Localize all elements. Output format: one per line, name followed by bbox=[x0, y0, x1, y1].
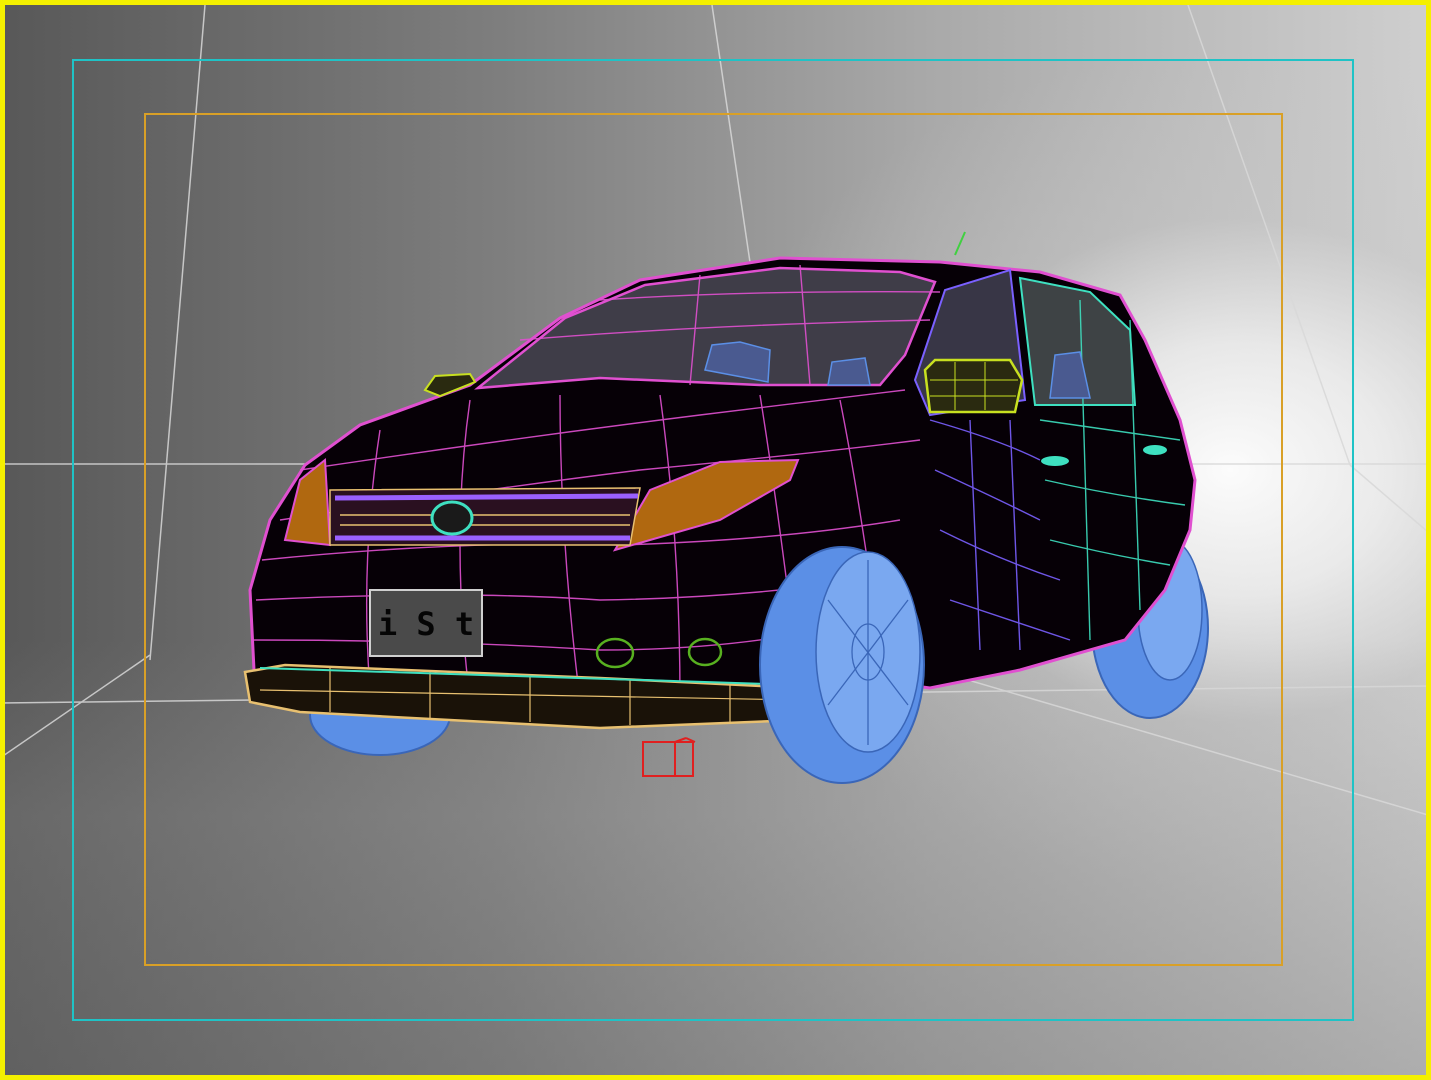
license-plate-text: i S t bbox=[378, 605, 474, 643]
perspective-viewport[interactable]: i S t bbox=[0, 0, 1431, 1080]
scene-canvas[interactable]: i S t bbox=[0, 0, 1431, 1080]
door-handle-front bbox=[1041, 456, 1069, 466]
front-grille bbox=[329, 487, 641, 546]
antenna bbox=[954, 231, 966, 256]
car-wireframe-model[interactable]: i S t bbox=[243, 231, 1209, 784]
emblem bbox=[430, 500, 474, 536]
license-plate: i S t bbox=[369, 589, 483, 657]
door-handle-rear bbox=[1143, 445, 1167, 455]
front-right-wheel[interactable] bbox=[759, 546, 925, 784]
dummy-helper[interactable] bbox=[642, 737, 696, 777]
mirror-right[interactable] bbox=[923, 358, 1024, 414]
